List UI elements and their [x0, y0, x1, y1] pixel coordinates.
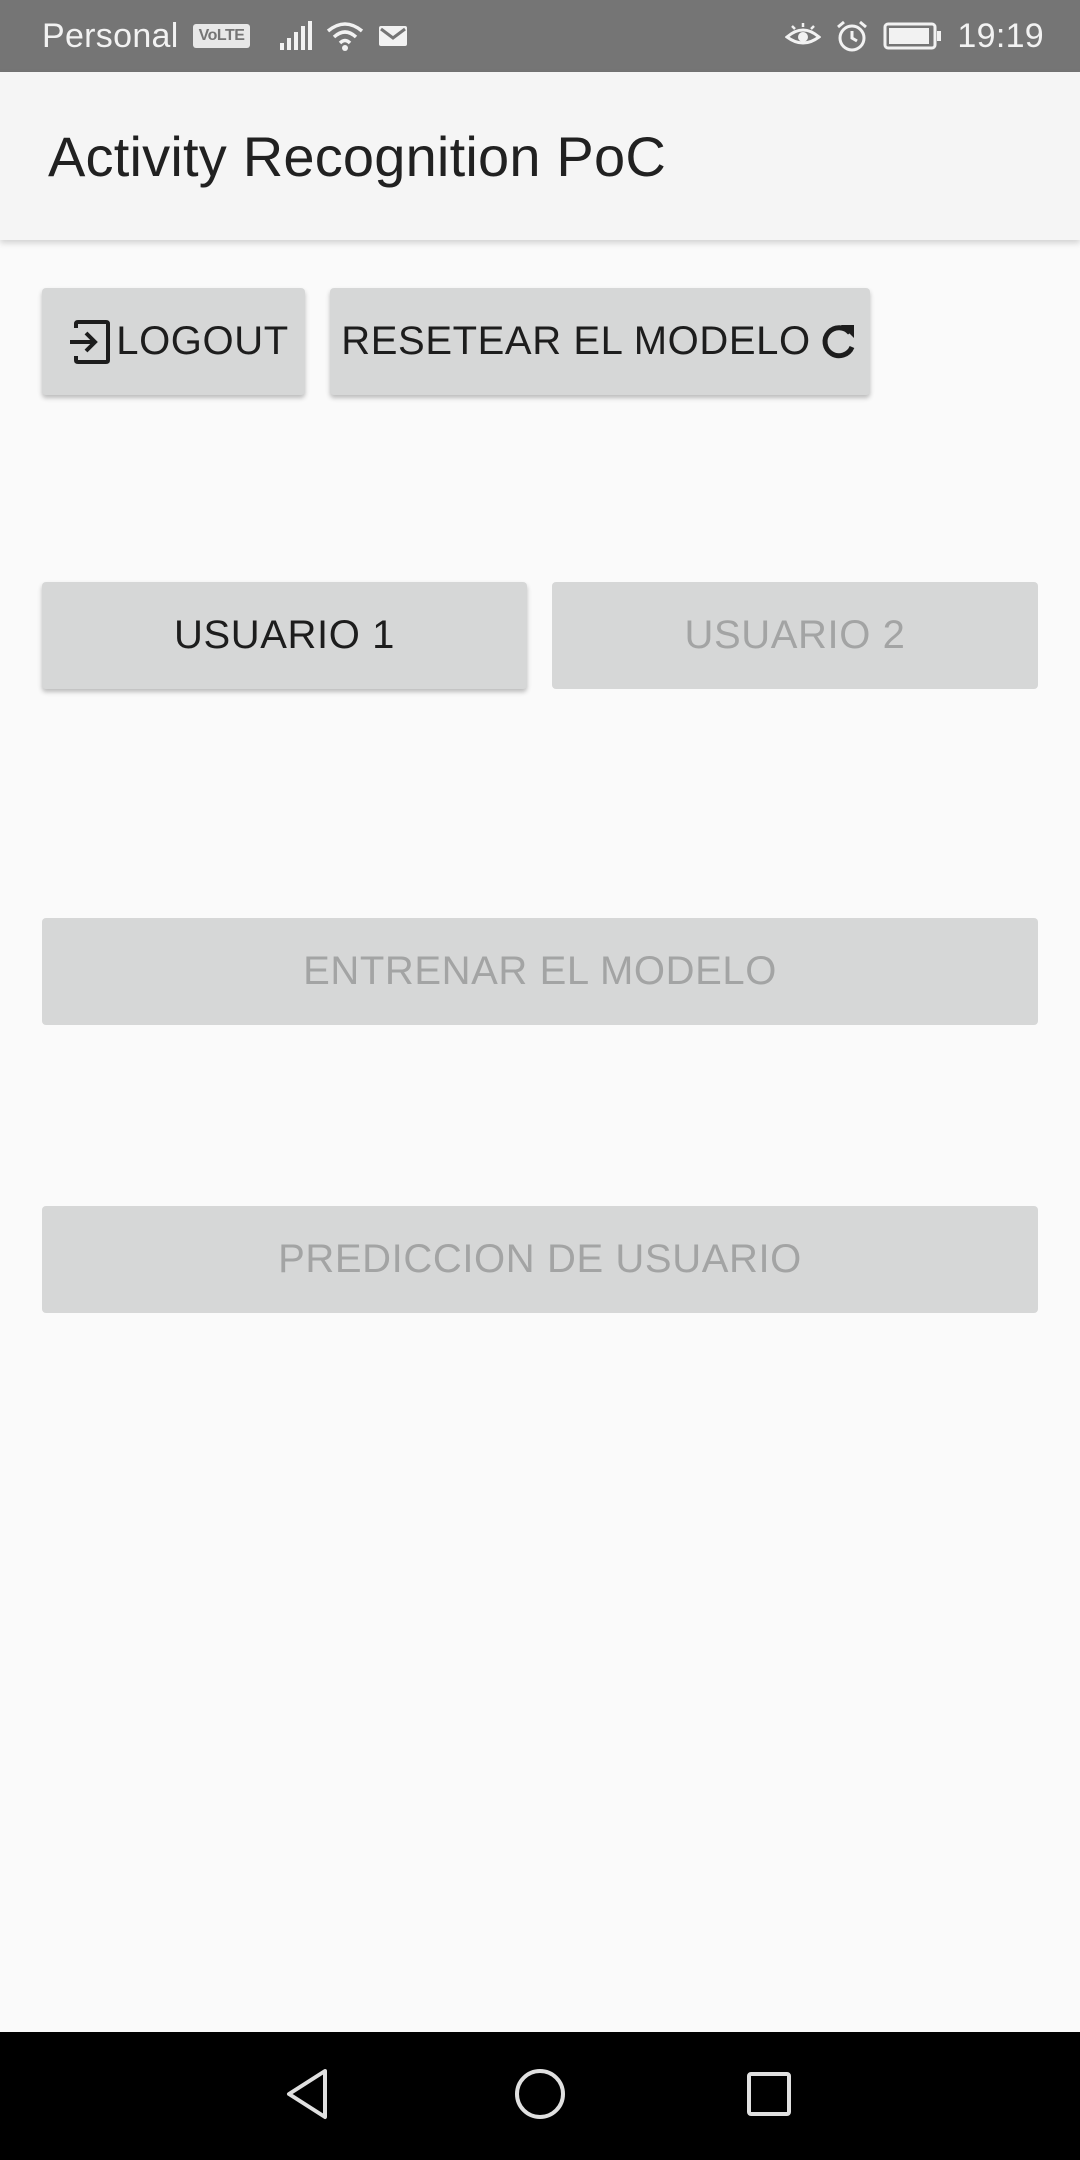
battery-icon [883, 22, 943, 50]
status-bar: Personal VoLTE 19:19 [0, 0, 1080, 72]
app-title: Activity Recognition PoC [48, 124, 666, 188]
volte-icon: VoLTE [192, 24, 251, 48]
train-model-label: ENTRENAR EL MODELO [303, 949, 777, 993]
refresh-icon [817, 321, 859, 363]
status-time: 19:19 [957, 16, 1044, 55]
wifi-icon [326, 21, 364, 51]
recent-apps-button[interactable] [705, 2032, 833, 2160]
eye-comfort-icon [785, 22, 822, 50]
logout-label: LOGOUT [116, 319, 289, 363]
user-1-button[interactable]: USUARIO 1 [42, 582, 527, 689]
home-icon [513, 2067, 567, 2126]
user-2-label: USUARIO 2 [684, 613, 906, 657]
predict-user-label: PREDICCION DE USUARIO [278, 1237, 802, 1281]
carrier-name: Personal [42, 16, 179, 55]
reset-model-button[interactable]: RESETEAR EL MODELO [330, 288, 870, 395]
navigation-bar [0, 2032, 1080, 2160]
logout-icon [66, 318, 114, 366]
user-2-button[interactable]: USUARIO 2 [552, 582, 1038, 689]
home-button[interactable] [476, 2032, 604, 2160]
train-model-button[interactable]: ENTRENAR EL MODELO [42, 918, 1038, 1025]
logout-button[interactable]: LOGOUT [42, 288, 305, 395]
app-bar: Activity Recognition PoC [0, 72, 1080, 240]
signal-icon [278, 21, 313, 51]
back-icon [283, 2067, 333, 2126]
recent-apps-icon [745, 2070, 793, 2123]
back-button[interactable] [244, 2032, 372, 2160]
status-bar-right: 19:19 [785, 17, 1044, 56]
alarm-icon [835, 19, 869, 53]
mail-icon [378, 24, 408, 48]
predict-user-button[interactable]: PREDICCION DE USUARIO [42, 1206, 1038, 1313]
status-bar-left: Personal VoLTE [42, 17, 408, 56]
user-1-label: USUARIO 1 [173, 613, 395, 657]
reset-model-label: RESETEAR EL MODELO [341, 319, 811, 363]
